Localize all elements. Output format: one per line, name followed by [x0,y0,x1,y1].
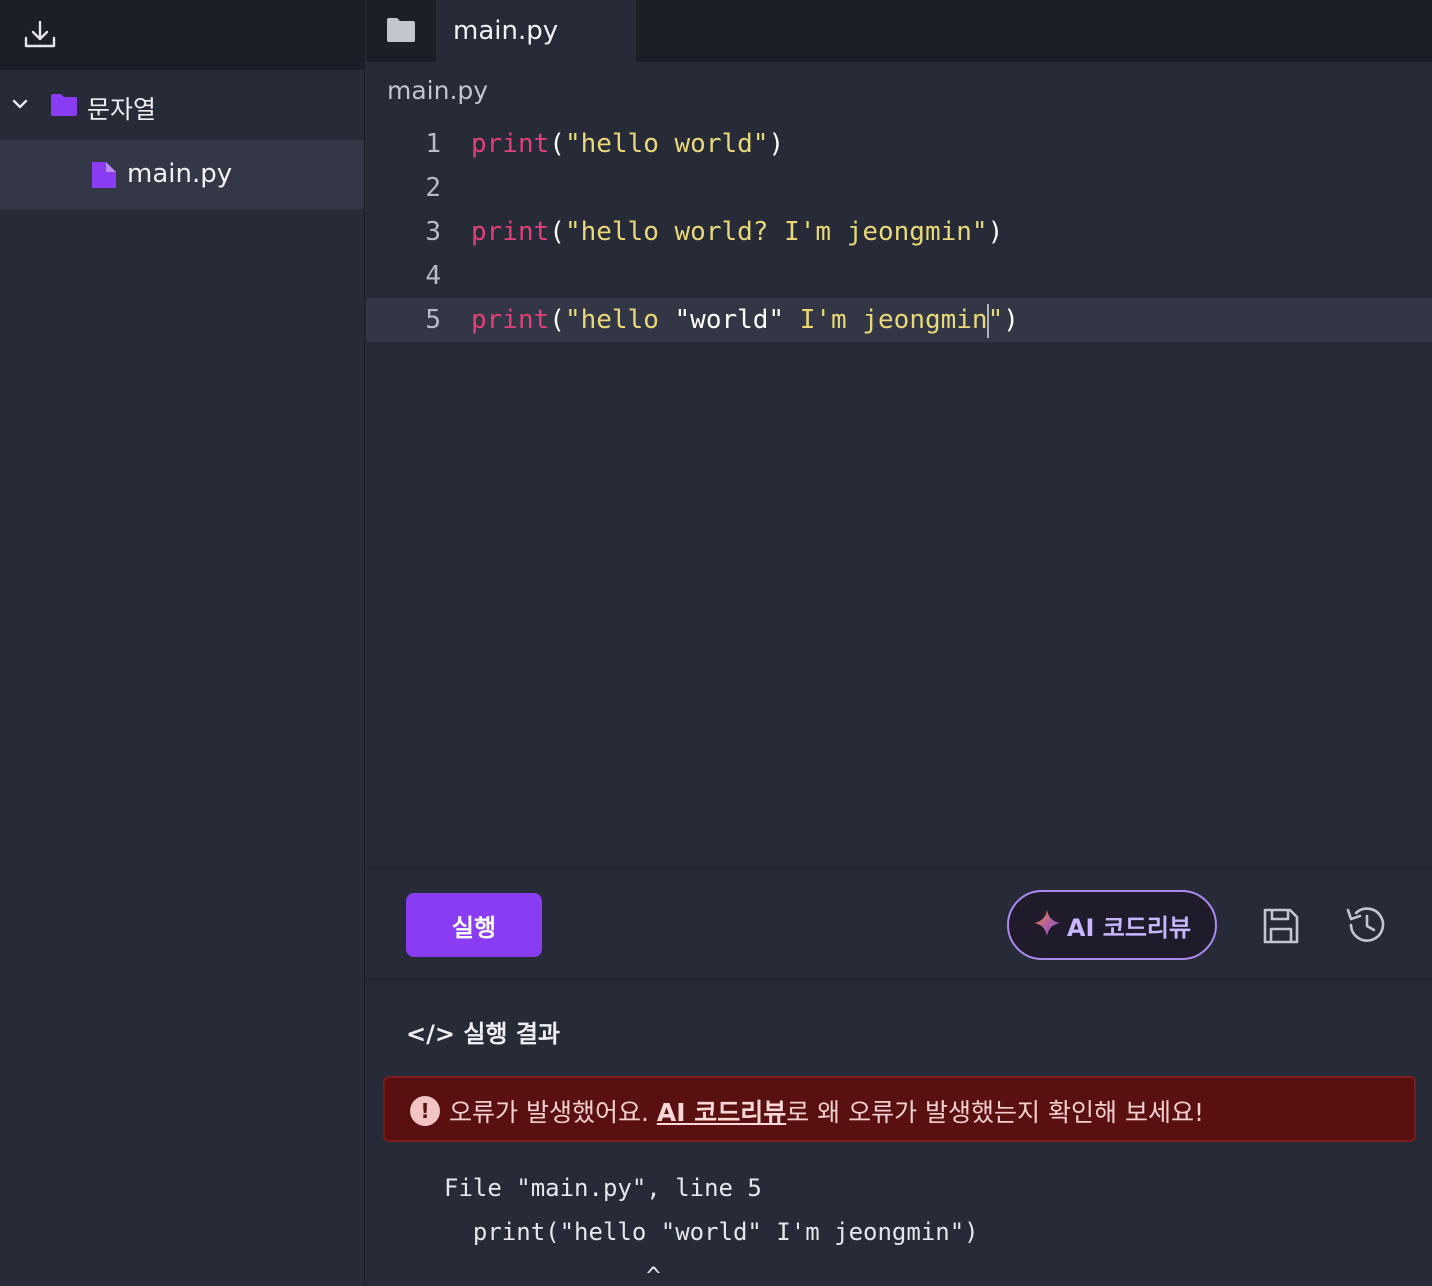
folder-row[interactable]: 문자열 [0,70,364,140]
code-string: I'm jeongmin [784,305,988,335]
code-text[interactable]: print("hello world") [471,122,784,166]
traceback-output: File "main.py", line 5 print("hello "wor… [444,1166,979,1286]
tab-label: main.py [453,16,559,46]
code-keyword: print [471,129,550,159]
code-punct: ( [549,217,565,247]
code-lines[interactable]: 1 print("hello world") 2 3 print("hello … [366,122,1432,342]
ai-code-review-link[interactable]: AI 코드리뷰 [657,1098,786,1127]
code-punct: ( [549,305,565,335]
line-number: 5 [425,305,441,335]
code-string: "hello world? I'm jeongmin" [564,217,988,247]
code-line[interactable]: 2 [366,166,1432,210]
error-banner: ! 오류가 발생했어요. AI 코드리뷰로 왜 오류가 발생했는지 확인해 보세… [383,1076,1416,1142]
traceback-line: File "main.py", line 5 [444,1174,762,1202]
error-icon: ! [410,1096,440,1126]
editor-tab-bar: main.py [366,0,1432,62]
file-icon [90,160,118,190]
file-path: main.py [387,76,489,105]
code-text[interactable]: print("hello world? I'm jeongmin") [471,210,1003,254]
file-label: main.py [127,159,233,189]
code-punct: ( [549,129,565,159]
run-result-panel: </> 실행 결과 ! 오류가 발생했어요. AI 코드리뷰로 왜 오류가 발생… [366,980,1432,1286]
line-number: 1 [425,129,441,159]
line-number: 2 [425,173,441,203]
error-suffix: 로 왜 오류가 발생했는지 확인해 보세요! [786,1098,1204,1127]
code-punct: ) [1003,305,1019,335]
error-prefix: 오류가 발생했어요. [449,1098,657,1127]
code-string: "hello [564,305,675,335]
history-icon[interactable] [1345,905,1387,945]
line-number: 4 [425,261,441,291]
code-line[interactable]: 1 print("hello world") [366,122,1432,166]
traceback-line: ^ [444,1262,661,1286]
code-line[interactable]: 4 [366,254,1432,298]
result-title: </> 실행 결과 [406,1020,561,1048]
code-keyword: print [471,305,550,335]
code-keyword: print [471,217,550,247]
code-line-active[interactable]: 5 print("hello "world" I'm jeongmin") [366,298,1432,342]
folder-icon[interactable] [386,16,416,44]
code-line[interactable]: 3 print("hello world? I'm jeongmin") [366,210,1432,254]
code-string: " [987,305,1004,335]
action-bar: 실행 AI 코드리뷰 [366,867,1432,980]
sidebar-toolbar [0,0,364,70]
save-icon[interactable] [1262,907,1300,945]
line-number: 3 [425,217,441,247]
sparkle-icon [1033,909,1061,941]
code-punct: ) [987,217,1004,247]
ai-code-review-label: AI 코드리뷰 [1066,913,1192,942]
ai-code-review-button[interactable]: AI 코드리뷰 [1007,890,1217,960]
code-string: "hello world" [564,129,769,159]
code-editor[interactable]: main.py 1 print("hello world") 2 3 print… [366,62,1432,868]
code-punct: ) [768,129,785,159]
error-message: 오류가 발생했어요. AI 코드리뷰로 왜 오류가 발생했는지 확인해 보세요! [449,1093,1204,1129]
download-icon[interactable] [22,18,58,52]
run-button[interactable]: 실행 [406,893,542,957]
file-explorer-sidebar: 문자열 main.py [0,0,365,1286]
tab-main-py[interactable]: main.py [436,0,636,62]
chevron-down-icon[interactable] [10,94,30,114]
folder-label: 문자열 [87,95,157,124]
code-text[interactable]: print("hello "world" I'm jeongmin") [471,298,1019,342]
folder-icon [49,92,79,118]
traceback-line: print("hello "world" I'm jeongmin") [444,1218,979,1246]
code-plain: "world" [674,305,785,335]
file-row-main-py[interactable]: main.py [0,140,364,209]
